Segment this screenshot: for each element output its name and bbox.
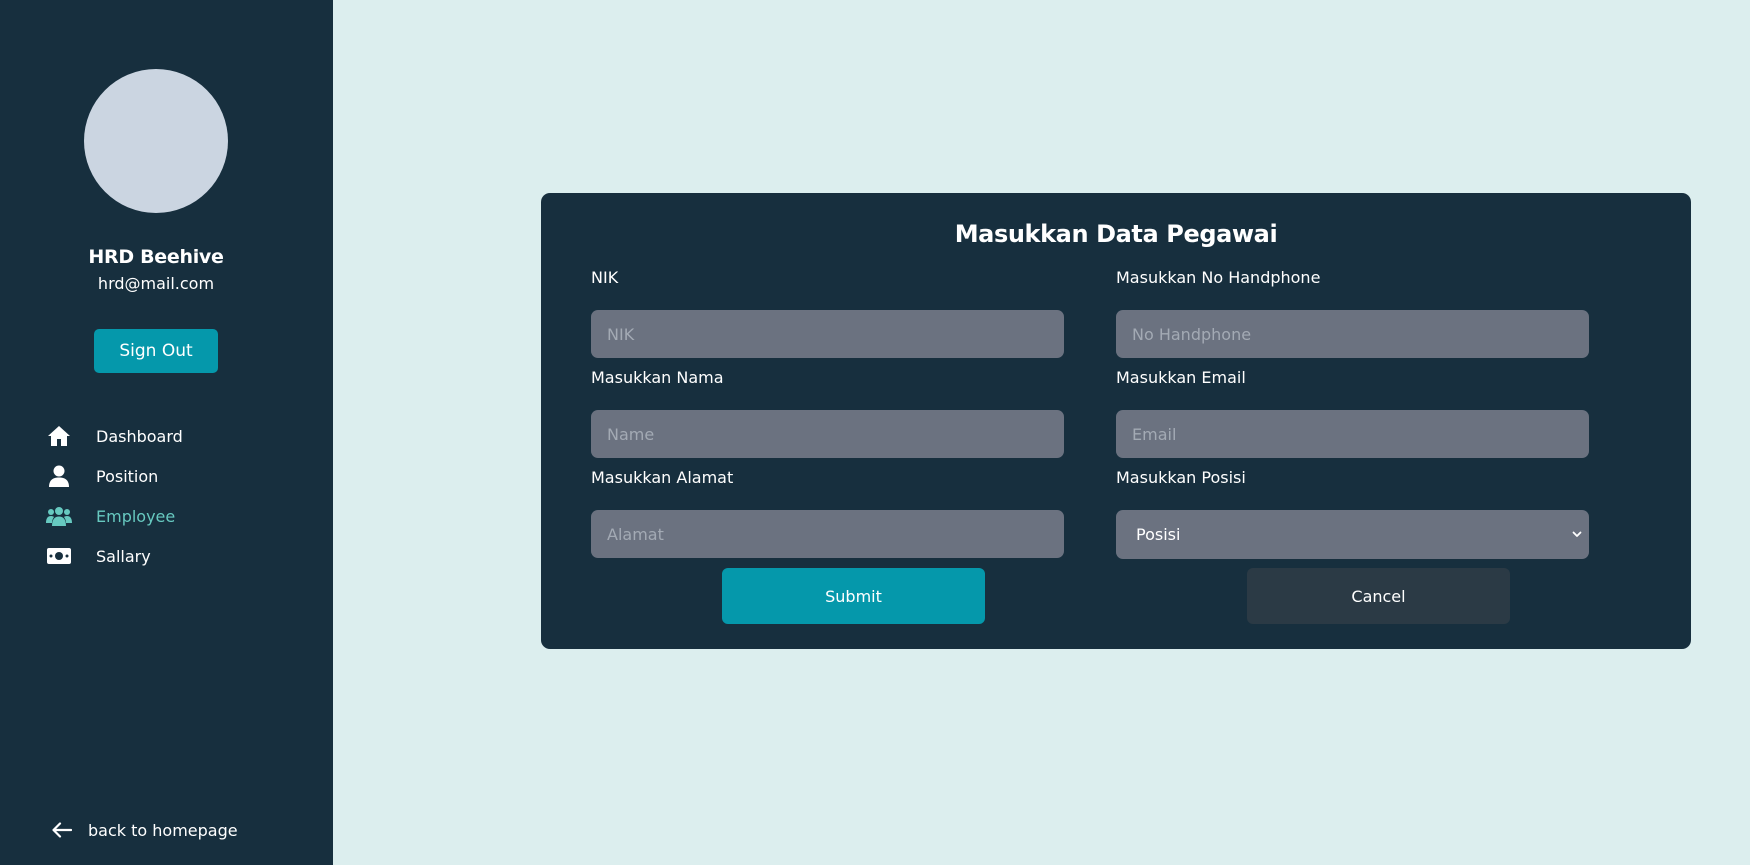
- back-to-homepage-link[interactable]: back to homepage: [52, 820, 238, 840]
- sidebar-item-dashboard[interactable]: Dashboard: [0, 416, 333, 456]
- avatar: [84, 69, 228, 213]
- cancel-button[interactable]: Cancel: [1247, 568, 1510, 624]
- back-label: back to homepage: [88, 820, 238, 840]
- arrow-left-icon: [52, 820, 74, 840]
- nik-input[interactable]: [591, 310, 1064, 358]
- phone-input[interactable]: [1116, 310, 1589, 358]
- email-label: Masukkan Email: [1116, 368, 1246, 387]
- sidebar: HRD Beehive hrd@mail.com Sign Out Dashbo…: [0, 0, 333, 865]
- chevron-down-icon: [1571, 525, 1583, 544]
- address-field-group: Masukkan Alamat: [591, 468, 1064, 558]
- address-label: Masukkan Alamat: [591, 468, 734, 487]
- home-icon: [46, 425, 72, 447]
- email-input[interactable]: [1116, 410, 1589, 458]
- sidebar-item-label: Employee: [96, 506, 176, 526]
- nik-field-group: NIK: [591, 268, 1064, 358]
- name-label: Masukkan Nama: [591, 368, 724, 387]
- form-title: Masukkan Data Pegawai: [954, 220, 1278, 248]
- sidebar-item-sallary[interactable]: Sallary: [0, 536, 333, 576]
- user-icon: [46, 465, 72, 487]
- name-input[interactable]: [591, 410, 1064, 458]
- sign-out-button[interactable]: Sign Out: [94, 329, 218, 373]
- user-email: hrd@mail.com: [97, 274, 215, 293]
- money-icon: [46, 545, 72, 567]
- position-field-group: Masukkan Posisi Posisi: [1116, 468, 1589, 559]
- users-icon: [46, 505, 72, 527]
- sidebar-item-label: Sallary: [96, 546, 151, 566]
- sidebar-nav: Dashboard Position Employee Sallary: [0, 416, 333, 576]
- address-input[interactable]: [591, 510, 1064, 558]
- sidebar-item-employee[interactable]: Employee: [0, 496, 333, 536]
- employee-form-card: Masukkan Data Pegawai NIK Masukkan No Ha…: [541, 193, 1691, 649]
- phone-field-group: Masukkan No Handphone: [1116, 268, 1589, 358]
- sidebar-item-label: Dashboard: [96, 426, 183, 446]
- sidebar-item-position[interactable]: Position: [0, 456, 333, 496]
- submit-button[interactable]: Submit: [722, 568, 985, 624]
- nik-label: NIK: [591, 268, 619, 287]
- position-select-value: Posisi: [1136, 525, 1181, 544]
- name-field-group: Masukkan Nama: [591, 368, 1064, 458]
- position-select[interactable]: Posisi: [1116, 510, 1589, 559]
- sidebar-item-label: Position: [96, 466, 159, 486]
- email-field-group: Masukkan Email: [1116, 368, 1589, 458]
- position-label: Masukkan Posisi: [1116, 468, 1246, 487]
- phone-label: Masukkan No Handphone: [1116, 268, 1321, 287]
- user-name: HRD Beehive: [88, 246, 224, 268]
